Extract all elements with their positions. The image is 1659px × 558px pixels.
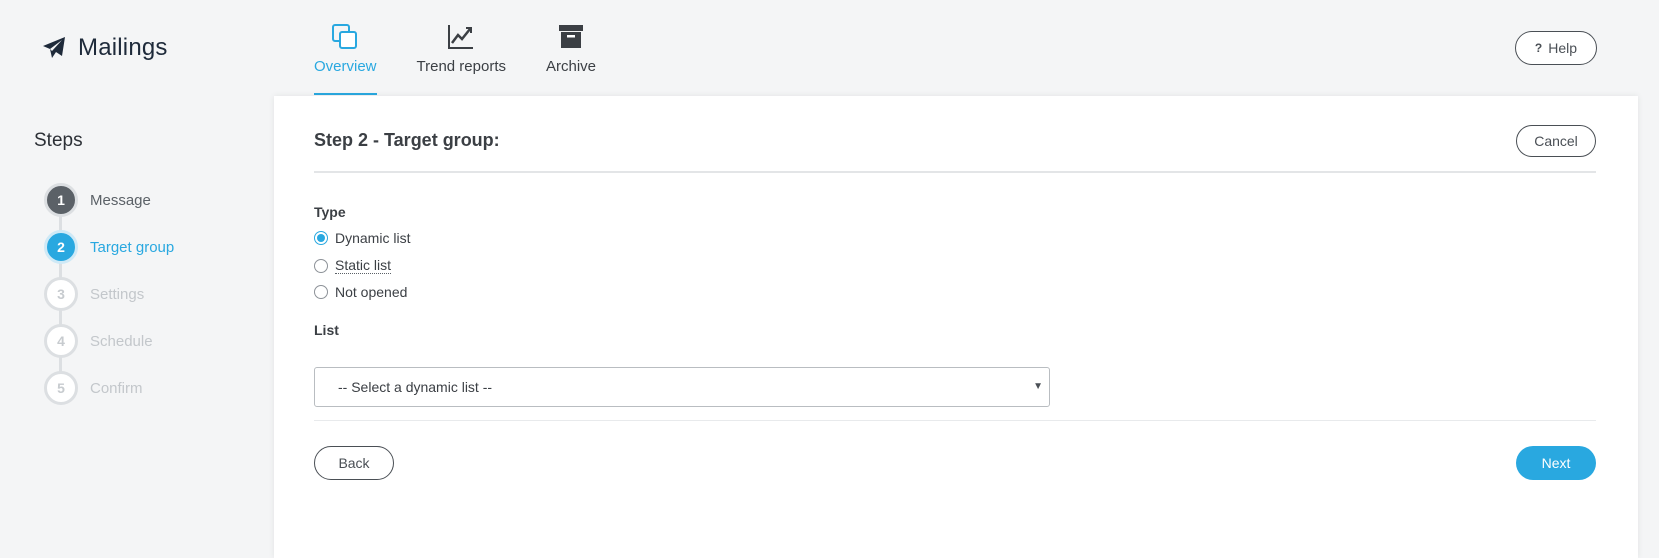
radio-label: Not opened xyxy=(335,284,408,300)
radio-button[interactable] xyxy=(314,258,328,273)
caret-down-icon: ▼ xyxy=(1033,381,1043,392)
radio-button[interactable] xyxy=(314,231,328,245)
tab-overview-label: Overview xyxy=(314,58,377,75)
list-label: List xyxy=(314,322,339,338)
step-settings: 3 Settings xyxy=(44,277,144,311)
step-number: 3 xyxy=(44,277,78,311)
next-button[interactable]: Next xyxy=(1516,446,1596,480)
step-label: Target group xyxy=(90,238,175,256)
trend-chart-icon xyxy=(448,25,474,49)
app-header: Mailings Overview Trend reports Archive … xyxy=(0,0,1659,96)
radio-not-opened[interactable]: Not opened xyxy=(314,284,407,300)
radio-button[interactable] xyxy=(314,285,328,299)
step-number: 1 xyxy=(44,183,78,217)
step-target-group[interactable]: 2 Target group xyxy=(44,230,174,264)
back-button[interactable]: Back xyxy=(314,446,394,480)
tab-archive-label: Archive xyxy=(546,58,597,75)
overview-icon xyxy=(332,24,358,49)
step-label: Schedule xyxy=(90,332,153,350)
app-brand: Mailings xyxy=(42,34,168,62)
main-panel: Step 2 - Target group: Cancel Type Dynam… xyxy=(274,96,1638,558)
main-nav: Overview Trend reports Archive xyxy=(314,0,636,96)
steps-sidebar: Steps 1 Message 2 Target group 3 Setting… xyxy=(0,96,274,558)
radio-static-list[interactable]: Static list xyxy=(314,257,392,274)
help-button[interactable]: ? Help xyxy=(1515,31,1597,65)
step-number: 5 xyxy=(44,371,78,405)
step-label: Confirm xyxy=(90,379,143,397)
type-label: Type xyxy=(314,204,346,220)
steps-title: Steps xyxy=(34,130,83,151)
tab-overview[interactable]: Overview xyxy=(314,0,377,96)
question-icon: ? xyxy=(1534,41,1543,55)
radio-label: Static list xyxy=(335,257,392,274)
app-title: Mailings xyxy=(78,34,168,61)
step-confirm: 5 Confirm xyxy=(44,371,143,405)
footer-divider xyxy=(314,420,1596,421)
cancel-button[interactable]: Cancel xyxy=(1516,125,1596,157)
step-schedule: 4 Schedule xyxy=(44,324,153,358)
radio-dynamic-list[interactable]: Dynamic list xyxy=(314,230,410,246)
step-number: 2 xyxy=(44,230,78,264)
help-label: Help xyxy=(1548,40,1578,56)
title-divider xyxy=(314,171,1596,173)
step-message[interactable]: 1 Message xyxy=(44,183,151,217)
tab-archive[interactable]: Archive xyxy=(546,0,596,96)
list-select[interactable]: -- Select a dynamic list -- ▼ xyxy=(314,367,1050,407)
step-label: Message xyxy=(90,191,151,209)
tab-trend-reports[interactable]: Trend reports xyxy=(417,0,506,96)
archive-box-icon xyxy=(559,25,584,48)
list-select-value: -- Select a dynamic list -- xyxy=(338,379,493,395)
step-number: 4 xyxy=(44,324,78,358)
step-label: Settings xyxy=(90,285,145,303)
paper-plane-icon xyxy=(43,37,65,58)
page-title: Step 2 - Target group: xyxy=(314,130,500,150)
radio-label: Dynamic list xyxy=(335,230,411,246)
tab-trend-reports-label: Trend reports xyxy=(416,58,506,75)
